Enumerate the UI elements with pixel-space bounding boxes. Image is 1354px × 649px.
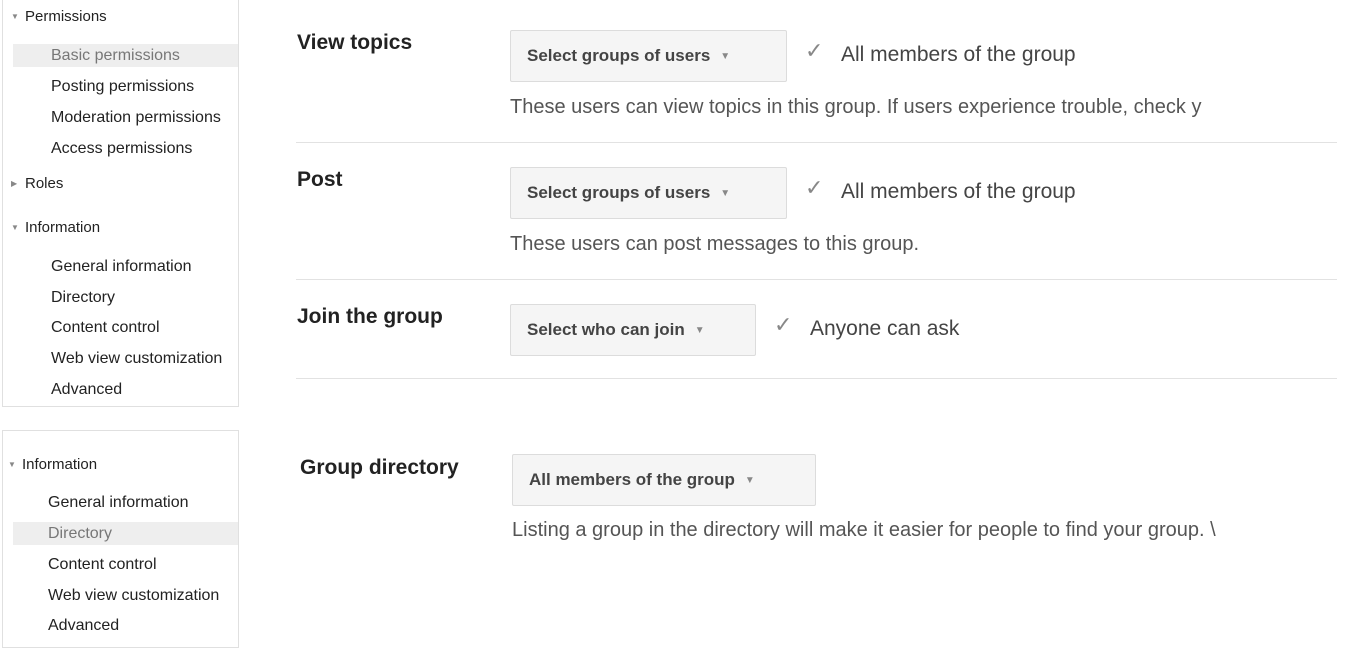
sidebar-item-basic-permissions[interactable]: Basic permissions — [13, 44, 238, 67]
view-topics-label: View topics — [297, 31, 413, 54]
view-topics-description: These users can view topics in this grou… — [510, 96, 1202, 118]
group-directory-dropdown[interactable]: All members of the group ▼ — [512, 454, 816, 506]
caret-down-icon: ▼ — [720, 188, 731, 199]
post-label: Post — [297, 168, 343, 191]
dropdown-label: Select groups of users — [527, 46, 711, 65]
check-icon: ✓ — [805, 175, 824, 200]
dropdown-label: Select who can join — [527, 320, 685, 339]
row-divider — [296, 279, 1337, 280]
post-description: These users can post messages to this gr… — [510, 233, 920, 255]
sidebar-section-label: Information — [22, 456, 98, 473]
sidebar-item-web-view-customization[interactable]: Web view customization — [13, 584, 238, 607]
sidebar-item-web-view-customization[interactable]: Web view customization — [13, 347, 238, 370]
caret-down-icon: ▼ — [744, 475, 755, 486]
sidebar-panel-information: ▼ Information General information Directo… — [2, 430, 239, 648]
sidebar-section-permissions[interactable]: ▼ Permissions — [11, 8, 107, 25]
triangle-down-icon: ▼ — [8, 460, 16, 469]
sidebar-item-advanced[interactable]: Advanced — [13, 378, 238, 401]
check-icon: ✓ — [805, 38, 824, 63]
sidebar-item-posting-permissions[interactable]: Posting permissions — [13, 75, 238, 98]
sidebar-item-advanced[interactable]: Advanced — [13, 614, 238, 637]
post-value: All members of the group — [841, 180, 1076, 203]
sidebar-section-information[interactable]: ▼ Information — [8, 456, 97, 473]
sidebar-item-directory[interactable]: Directory — [13, 286, 238, 309]
dropdown-label: All members of the group — [529, 470, 735, 489]
row-divider — [296, 378, 1337, 379]
group-directory-description: Listing a group in the directory will ma… — [512, 519, 1216, 541]
caret-down-icon: ▼ — [694, 325, 705, 336]
triangle-down-icon: ▼ — [11, 12, 19, 21]
sidebar-section-label: Roles — [25, 175, 64, 192]
sidebar-section-roles[interactable]: ▶ Roles — [11, 175, 63, 192]
post-dropdown[interactable]: Select groups of users ▼ — [510, 167, 787, 219]
sidebar-item-directory[interactable]: Directory — [13, 522, 238, 545]
group-directory-label: Group directory — [300, 456, 459, 479]
join-group-value: Anyone can ask — [810, 317, 960, 340]
sidebar-section-label: Permissions — [25, 8, 107, 25]
sidebar-section-information[interactable]: ▼ Information — [11, 219, 100, 236]
view-topics-value: All members of the group — [841, 43, 1076, 66]
view-topics-dropdown[interactable]: Select groups of users ▼ — [510, 30, 787, 82]
sidebar-item-general-information[interactable]: General information — [13, 255, 238, 278]
join-group-dropdown[interactable]: Select who can join ▼ — [510, 304, 756, 356]
sidebar-item-general-information[interactable]: General information — [13, 491, 238, 514]
row-divider — [296, 142, 1337, 143]
sidebar-section-label: Information — [25, 219, 101, 236]
sidebar-panel-permissions: ▼ Permissions Basic permissions Posting p… — [2, 0, 239, 407]
sidebar-item-content-control[interactable]: Content control — [13, 553, 238, 576]
join-group-label: Join the group — [297, 305, 443, 328]
sidebar-item-moderation-permissions[interactable]: Moderation permissions — [13, 106, 238, 129]
dropdown-label: Select groups of users — [527, 183, 711, 202]
sidebar-item-content-control[interactable]: Content control — [13, 316, 238, 339]
triangle-right-icon: ▶ — [11, 179, 18, 188]
check-icon: ✓ — [774, 312, 793, 337]
triangle-down-icon: ▼ — [11, 223, 19, 232]
sidebar-item-access-permissions[interactable]: Access permissions — [13, 137, 238, 160]
caret-down-icon: ▼ — [720, 51, 731, 62]
